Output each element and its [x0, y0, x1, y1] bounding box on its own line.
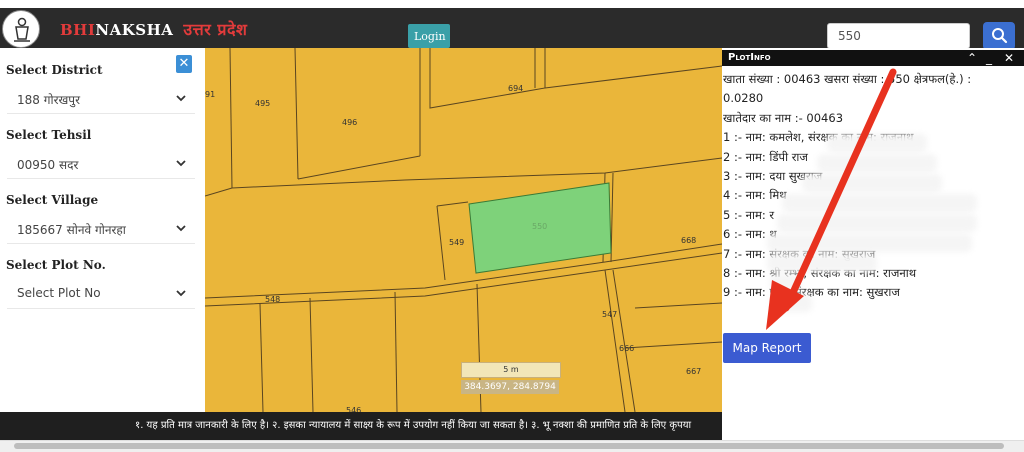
search-input[interactable]: [827, 23, 970, 49]
close-icon[interactable]: ✕: [1004, 50, 1014, 66]
minimize-icon[interactable]: _: [986, 50, 992, 66]
collapse-icon[interactable]: ⌃: [967, 50, 977, 66]
plot-label: 694: [508, 84, 524, 93]
plot-label: 495: [255, 99, 271, 108]
scrollbar-thumb[interactable]: [14, 443, 1004, 449]
village-label: Select Village: [6, 193, 99, 207]
plot-label: 667: [686, 367, 702, 376]
plot-label-91: 91: [205, 90, 216, 99]
village-value: 185667 सोनवे गोनरहा: [17, 223, 126, 237]
redaction-blur: [767, 234, 972, 252]
district-label: Select District: [6, 63, 103, 77]
close-icon[interactable]: ✕: [176, 55, 192, 73]
emblem-icon: [14, 17, 30, 42]
info-line: 0.0280: [723, 91, 764, 106]
plot-label: 666: [619, 344, 635, 353]
top-navbar: BHINAKSHA उत्तर प्रदेश Login: [0, 8, 1024, 50]
redaction-blur: [770, 294, 812, 312]
chevron-down-icon: [176, 95, 186, 102]
district-value: 188 गोरखपुर: [17, 93, 81, 107]
plot-label: 496: [342, 118, 358, 127]
search-button[interactable]: [983, 22, 1015, 50]
disclaimer-ticker: १. यह प्रति मात्र जानकारी के लिए है। २. …: [0, 412, 722, 440]
up-emblem-logo: [2, 10, 40, 48]
tehsil-label: Select Tehsil: [6, 128, 92, 142]
horizontal-scrollbar[interactable]: [0, 440, 1024, 452]
tehsil-value: 00950 सदर: [17, 158, 79, 172]
brand-part1: BHI: [60, 21, 96, 39]
plot-label: 549: [449, 238, 465, 247]
redaction-blur: [827, 134, 927, 152]
brand-title: BHINAKSHA उत्तर प्रदेश: [60, 18, 247, 40]
district-select[interactable]: 188 गोरखपुर: [7, 84, 195, 114]
map-parcels: [205, 48, 722, 412]
login-button[interactable]: Login: [408, 24, 450, 48]
map-coordinates: 384.3697, 284.8794: [461, 380, 559, 394]
info-line: खाता संख्या : 00463 खसरा संख्या : 550 क्…: [723, 72, 972, 86]
map-report-button[interactable]: Map Report: [723, 333, 811, 363]
plotinfo-panel: PlotInfo ⌃ _ ✕ खाता संख्या : 00463 खसरा …: [722, 48, 1024, 440]
info-line: खातेदार का नाम :- 00463: [723, 110, 844, 125]
village-select[interactable]: 185667 सोनवे गोनरहा: [7, 214, 195, 244]
search-icon: [992, 28, 1008, 44]
plot-label: 547: [602, 310, 618, 319]
plot-placeholder: Select Plot No: [17, 286, 101, 300]
redaction-blur: [802, 174, 942, 192]
redaction-blur: [777, 214, 977, 232]
plot-label: 548: [265, 295, 281, 304]
plot-select[interactable]: Select Plot No: [7, 279, 195, 309]
chevron-down-icon: [176, 160, 186, 167]
plot-label: 668: [681, 236, 697, 245]
plotinfo-header: PlotInfo ⌃ _ ✕: [722, 50, 1024, 66]
redaction-blur: [767, 254, 877, 272]
plot-label: Select Plot No.: [6, 258, 106, 272]
plotinfo-title: PlotInfo: [728, 52, 771, 63]
brand-part2: NAKSHA: [95, 21, 174, 39]
redaction-blur: [782, 194, 977, 212]
chevron-down-icon: [176, 290, 186, 297]
redaction-blur: [770, 274, 800, 292]
plot-label-selected: 550: [532, 222, 548, 231]
redaction-blur: [817, 154, 937, 172]
map-scale: 5 m: [461, 362, 561, 378]
brand-state: उत्तर प्रदेश: [183, 20, 248, 39]
info-line: 9 :- नाम: पाल, संरक्षक का नाम: सुखराज: [723, 285, 900, 300]
filter-sidebar: ✕ Select District 188 गोरखपुर Select Teh…: [0, 48, 205, 412]
cadastral-map[interactable]: 91 495 496 694 549 550 548 668 666 667 5…: [205, 48, 722, 412]
chevron-down-icon: [176, 225, 186, 232]
tehsil-select[interactable]: 00950 सदर: [7, 149, 195, 179]
